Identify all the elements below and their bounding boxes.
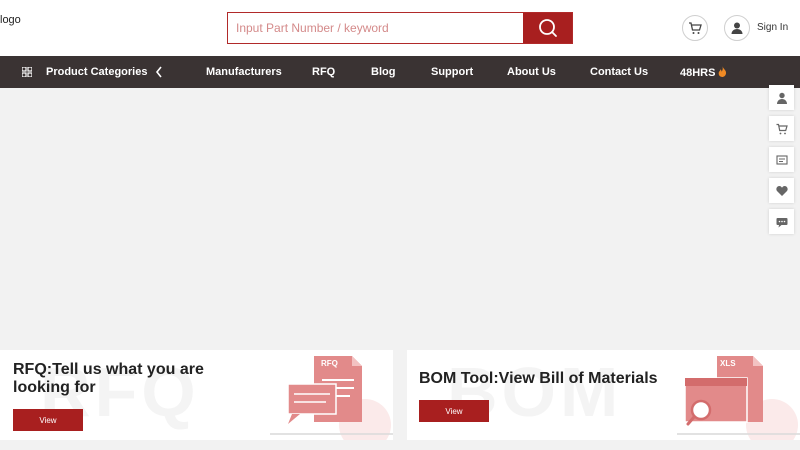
- rfq-badge: RFQ: [321, 359, 338, 368]
- cart-button[interactable]: [682, 15, 708, 41]
- search-icon: [538, 19, 557, 37]
- bom-view-button[interactable]: View: [419, 400, 489, 422]
- nav-48hrs-label: 48HRS: [680, 67, 716, 79]
- fire-icon: [719, 66, 727, 77]
- search-button[interactable]: [523, 13, 572, 43]
- nav-blog[interactable]: Blog: [371, 66, 395, 78]
- user-icon: [731, 22, 743, 34]
- nav-about-us[interactable]: About Us: [507, 66, 556, 78]
- cart-icon: [776, 123, 788, 134]
- nav-contact-us[interactable]: Contact Us: [590, 66, 648, 78]
- float-cart-button[interactable]: [769, 116, 794, 141]
- user-icon: [776, 92, 787, 104]
- logo[interactable]: logo: [0, 14, 21, 26]
- nav-rfq[interactable]: RFQ: [312, 66, 335, 78]
- float-document-button[interactable]: [769, 147, 794, 172]
- float-chat-button[interactable]: [769, 209, 794, 234]
- grid-icon: [22, 67, 32, 77]
- search-bar: [227, 12, 573, 44]
- bom-card-title: BOM Tool:View Bill of Materials: [419, 370, 658, 387]
- rfq-view-button[interactable]: View: [13, 409, 83, 431]
- document-icon: [775, 154, 788, 165]
- bom-illustration: [677, 356, 800, 440]
- nav-support[interactable]: Support: [431, 66, 473, 78]
- sign-in-link[interactable]: Sign In: [757, 22, 788, 33]
- chat-icon: [776, 217, 787, 227]
- nav-48hrs[interactable]: 48HRS: [680, 66, 727, 79]
- bom-card: BOM BOM Tool:View Bill of Materials View…: [407, 350, 800, 440]
- user-button[interactable]: [724, 15, 750, 41]
- cart-icon: [689, 22, 702, 34]
- header: logo Sign In: [0, 0, 800, 56]
- float-favorites-button[interactable]: [769, 178, 794, 203]
- heart-icon: [775, 185, 788, 196]
- rfq-card: RFQ RFQ:Tell us what you are looking for…: [0, 350, 393, 440]
- product-categories-menu[interactable]: Product Categories: [46, 66, 147, 78]
- nav-manufacturers[interactable]: Manufacturers: [206, 66, 282, 78]
- bom-badge: XLS: [720, 359, 736, 368]
- search-input[interactable]: [228, 13, 524, 43]
- rfq-card-title: RFQ:Tell us what you are looking for: [13, 361, 204, 396]
- float-user-button[interactable]: [769, 85, 794, 110]
- main-nav: Product Categories Manufacturers RFQ Blo…: [0, 56, 800, 88]
- chevron-left-icon[interactable]: [154, 65, 164, 79]
